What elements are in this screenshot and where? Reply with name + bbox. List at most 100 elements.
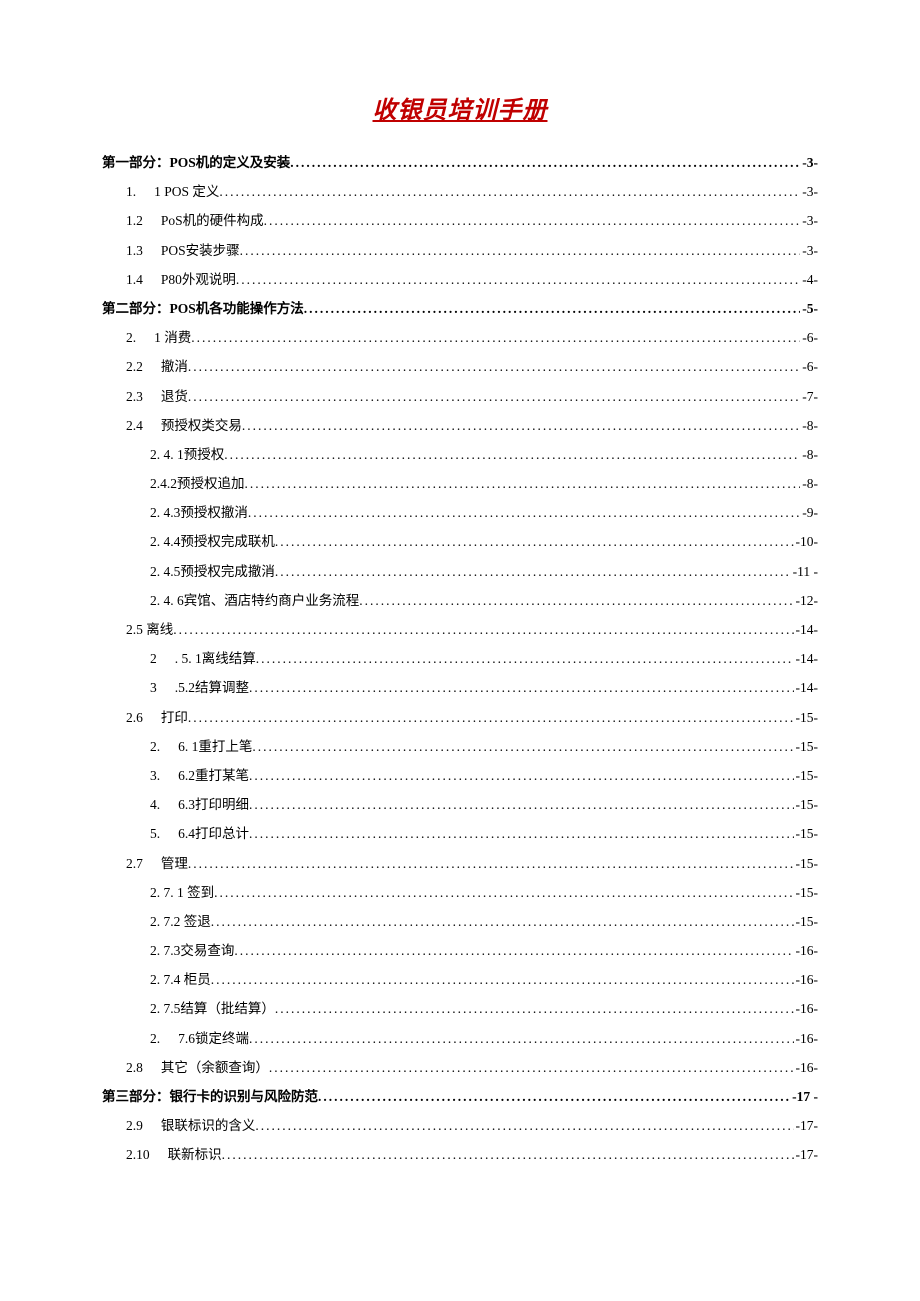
toc-entry-text: 6.2重打某笔 — [178, 768, 249, 784]
toc-entry: 2.3退货-7- — [102, 389, 818, 405]
toc-entry-page: -14- — [794, 680, 819, 696]
toc-entry-text: 2. 4.4预授权完成联机 — [150, 534, 275, 550]
toc-leader-dots — [188, 710, 794, 726]
toc-entry-page: -8- — [800, 447, 818, 463]
toc-entry-text: 2. 7.5结算（批结算） — [150, 1001, 275, 1017]
toc-entry: 2. 7.5结算（批结算）-16- — [102, 1001, 818, 1017]
toc-entry-page: -6- — [800, 359, 818, 375]
toc-entry-text: 银联标识的含义 — [161, 1118, 256, 1134]
toc-entry-page: -11 - — [791, 564, 818, 580]
toc-leader-dots — [173, 622, 793, 638]
toc-entry: 2.5 离线 -14- — [102, 622, 818, 638]
toc-leader-dots — [248, 505, 800, 521]
toc-entry: 3 .5.2结算调整 -14- — [102, 680, 818, 696]
toc-entry-page: -4- — [800, 272, 818, 288]
toc-entry-number: 2.6 — [126, 710, 143, 726]
toc-entry-text: 2. 7.4 柜员 — [150, 972, 211, 988]
toc-entry: 第二部分：POS机各功能操作方法-5- — [102, 301, 818, 317]
toc-leader-dots — [188, 359, 800, 375]
toc-entry-page: -16- — [794, 1060, 819, 1076]
toc-entry-number: 2.7 — [126, 856, 143, 872]
toc-entry-text: 1 POS 定义 — [154, 184, 219, 200]
toc-entry: 2. 4. 6宾馆、酒店特约商户业务流程 -12- — [102, 593, 818, 609]
toc-leader-dots — [264, 213, 801, 229]
toc-entry-text: 联新标识 — [168, 1147, 222, 1163]
toc-entry-text: 第二部分：POS机各功能操作方法 — [102, 301, 304, 317]
toc-entry-page: -3- — [800, 213, 818, 229]
toc-entry-number: 1. — [126, 184, 136, 200]
toc-entry-number: 2.9 — [126, 1118, 143, 1134]
toc-entry-page: -3- — [800, 184, 818, 200]
toc-entry-text: 管理 — [161, 856, 188, 872]
toc-entry-text: 撤消 — [161, 359, 188, 375]
toc-leader-dots — [359, 593, 793, 609]
toc-leader-dots — [249, 768, 794, 784]
toc-entry-text: 第一部分：POS机的定义及安装 — [102, 155, 290, 171]
toc-entry-text: .5.2结算调整 — [175, 680, 249, 696]
toc-entry-text: 2. 4. 6宾馆、酒店特约商户业务流程 — [150, 593, 359, 609]
toc-entry-text: 2.5 离线 — [126, 622, 173, 638]
toc-entry-text: 1 消费 — [154, 330, 191, 346]
toc-entry: 2.9银联标识的含义-17- — [102, 1118, 818, 1134]
toc-leader-dots — [255, 1118, 793, 1134]
document-title: 收银员培训手册 — [102, 90, 818, 125]
toc-entry-text: 2. 4.3预授权撤消 — [150, 505, 248, 521]
toc-leader-dots — [236, 272, 800, 288]
toc-entry-number: 2.4 — [126, 418, 143, 434]
toc-entry: 2. 7. 1 签到-15- — [102, 885, 818, 901]
toc-entry-number: 2.8 — [126, 1060, 143, 1076]
toc-leader-dots — [275, 1001, 794, 1017]
toc-entry: 4.6.3打印明细-15- — [102, 797, 818, 813]
toc-entry: 2. 1 消费 -6- — [102, 330, 818, 346]
toc-leader-dots — [275, 534, 794, 550]
toc-entry: 2.10联新标识-17- — [102, 1147, 818, 1163]
toc-entry: 2.4.2预授权追加-8- — [102, 476, 818, 492]
toc-entry-text: 2. 7.2 签退 — [150, 914, 211, 930]
toc-entry-number: 4. — [150, 797, 160, 813]
toc-leader-dots — [222, 1147, 794, 1163]
toc-entry-number: 3. — [150, 768, 160, 784]
toc-entry: 1.4P80外观说明-4- — [102, 272, 818, 288]
toc-entry-number: 1.4 — [126, 272, 143, 288]
toc-entry-number: 2. — [126, 330, 136, 346]
toc-entry: 2.8其它（余额查询）-16- — [102, 1060, 818, 1076]
toc-entry-number: 2. — [150, 1031, 160, 1047]
toc-entry: 2.4预授权类交易-8- — [102, 418, 818, 434]
toc-entry: 2. 4.4预授权完成联机 -10- — [102, 534, 818, 550]
toc-entry-text: 6.4打印总计 — [178, 826, 249, 842]
toc-leader-dots — [249, 797, 794, 813]
toc-entry-number: 3 — [150, 680, 157, 696]
toc-entry-page: -3- — [800, 243, 818, 259]
toc-leader-dots — [269, 1060, 794, 1076]
toc-entry-page: -15- — [794, 914, 819, 930]
toc-entry-page: -14- — [794, 622, 819, 638]
toc-entry-text: 第三部分：银行卡的识别与风险防范 — [102, 1089, 318, 1105]
toc-entry-text: 2.4.2预授权追加 — [150, 476, 245, 492]
toc-entry-text: 2. 7.3交易查询 — [150, 943, 234, 959]
toc-entry: 2. 7.3交易查询-16- — [102, 943, 818, 959]
toc-leader-dots — [318, 1089, 790, 1105]
toc-entry-text: 6. 1重打上笔 — [178, 739, 252, 755]
toc-entry-page: -8- — [800, 418, 818, 434]
toc-leader-dots — [191, 330, 800, 346]
toc-entry: 1.3POS安装步骤-3- — [102, 243, 818, 259]
toc-entry: 2. 7.2 签退 -15- — [102, 914, 818, 930]
toc-entry-page: -15- — [794, 739, 819, 755]
toc-leader-dots — [249, 680, 794, 696]
toc-entry-text: 7.6锁定终端 — [178, 1031, 249, 1047]
toc-entry: 第三部分：银行卡的识别与风险防范 -17 - — [102, 1089, 818, 1105]
toc-entry: 2. 4.3预授权撤消-9- — [102, 505, 818, 521]
toc-entry-number: 2 — [150, 651, 157, 667]
toc-entry-page: -6- — [800, 330, 818, 346]
toc-entry-page: -12- — [794, 593, 819, 609]
toc-leader-dots — [211, 914, 794, 930]
toc-entry-page: -10- — [794, 534, 819, 550]
toc-entry: 5.6.4打印总计-15- — [102, 826, 818, 842]
toc-entry-page: -17 - — [790, 1089, 818, 1105]
toc-leader-dots — [252, 739, 793, 755]
toc-entry: 2. 7.6锁定终端 -16- — [102, 1031, 818, 1047]
toc-entry: 2. 4.5预授权完成撤消-11 - — [102, 564, 818, 580]
toc-leader-dots — [256, 651, 794, 667]
toc-entry-page: -16- — [794, 1031, 819, 1047]
toc-entry: 2.6打印-15- — [102, 710, 818, 726]
